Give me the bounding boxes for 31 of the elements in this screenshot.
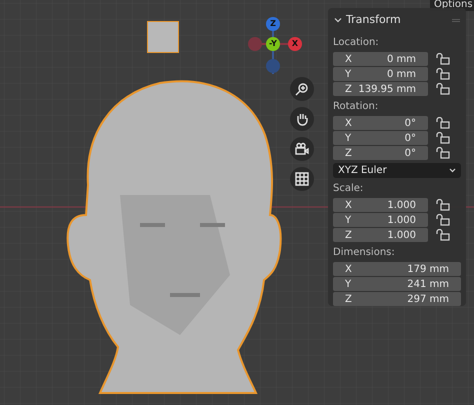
number-field[interactable]: Y 1.000 [333,213,428,227]
number-field[interactable]: X 179 mm [333,262,461,276]
open-lock-icon[interactable] [436,132,450,144]
number-field[interactable]: X 0° [333,116,428,130]
caret-icon [449,168,456,173]
section-label: Dimensions: [333,246,396,260]
plane-object [147,21,179,53]
section-label: Rotation: [333,100,380,114]
rotation-mode-dropdown[interactable]: XYZ Euler [333,163,461,178]
panel-title: Transform [346,12,401,28]
number-field[interactable]: Z 1.000 [333,228,428,242]
drag-handle[interactable] [452,18,460,22]
number-field[interactable]: X 1.000 [333,198,428,212]
section-label: Location: [333,36,380,50]
number-field[interactable]: Z 0° [333,146,428,160]
number-field[interactable]: Y 0° [333,131,428,145]
number-field[interactable]: Y 0 mm [333,67,428,81]
chevron-down-icon[interactable] [334,16,342,24]
open-lock-icon[interactable] [436,147,450,159]
number-field[interactable]: Z 297 mm [333,292,461,306]
open-lock-icon[interactable] [436,53,450,65]
number-field[interactable]: X 0 mm [333,52,428,66]
number-field[interactable]: Z 139.95 mm [333,82,428,96]
open-lock-icon[interactable] [436,68,450,80]
open-lock-icon[interactable] [436,83,450,95]
open-lock-icon[interactable] [436,199,450,211]
open-lock-icon[interactable] [436,214,450,226]
open-lock-icon[interactable] [436,229,450,241]
open-lock-icon[interactable] [436,117,450,129]
section-label: Scale: [333,182,364,196]
number-field[interactable]: Y 241 mm [333,277,461,291]
